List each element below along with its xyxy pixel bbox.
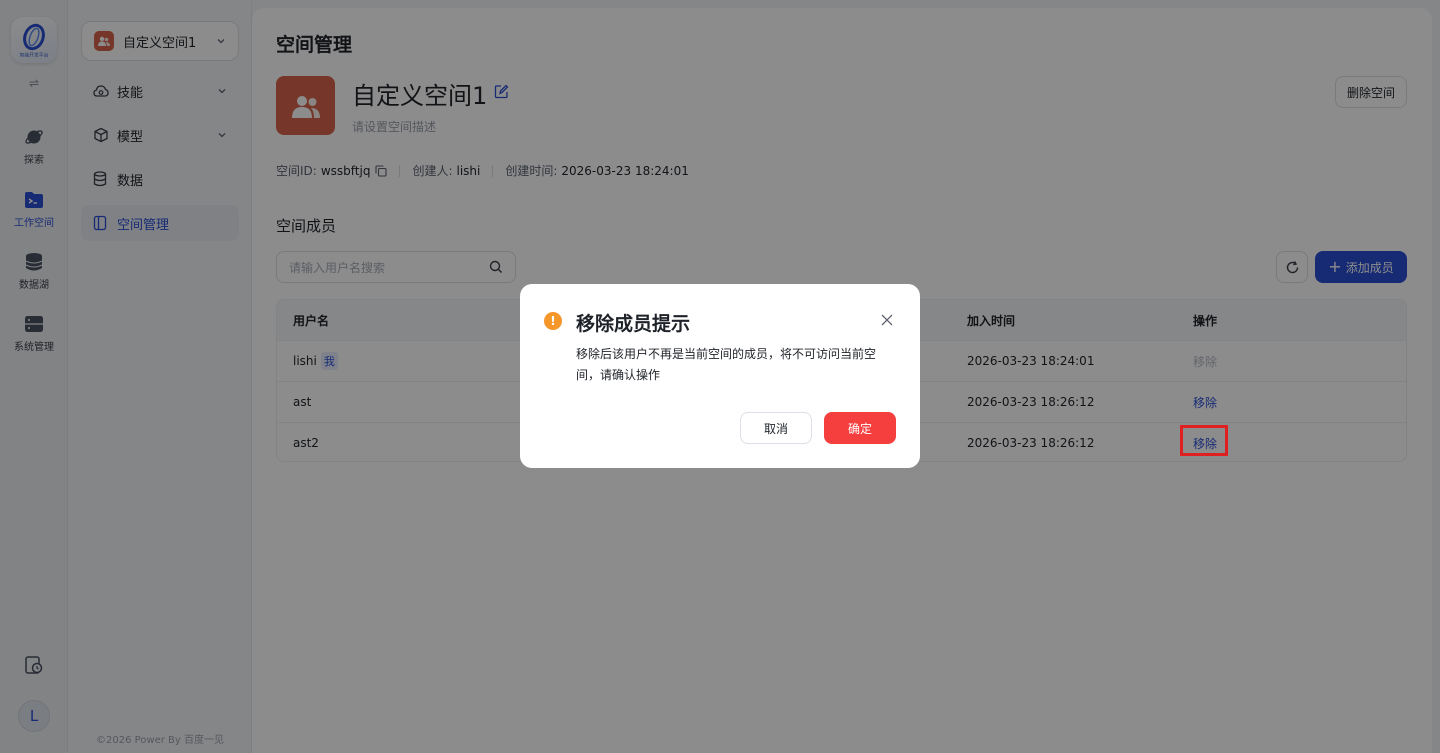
confirm-button[interactable]: 确定 <box>824 412 896 444</box>
dialog-message: 移除后该用户不再是当前空间的成员，将不可访问当前空间，请确认操作 <box>576 347 877 382</box>
remove-member-dialog: ! 移除成员提示 移除后该用户不再是当前空间的成员，将不可访问当前空间，请确认操… <box>520 284 920 468</box>
close-icon[interactable] <box>880 313 894 327</box>
target-highlight-box <box>1180 425 1228 456</box>
dialog-title: 移除成员提示 <box>576 313 691 335</box>
app-window: 智能开发平台 ⇌ 探索 工作空间 数据湖 系统管理 L 自定义空间1 技能 模型… <box>0 0 1440 753</box>
warning-icon: ! <box>544 312 562 330</box>
cancel-button[interactable]: 取消 <box>740 412 812 444</box>
